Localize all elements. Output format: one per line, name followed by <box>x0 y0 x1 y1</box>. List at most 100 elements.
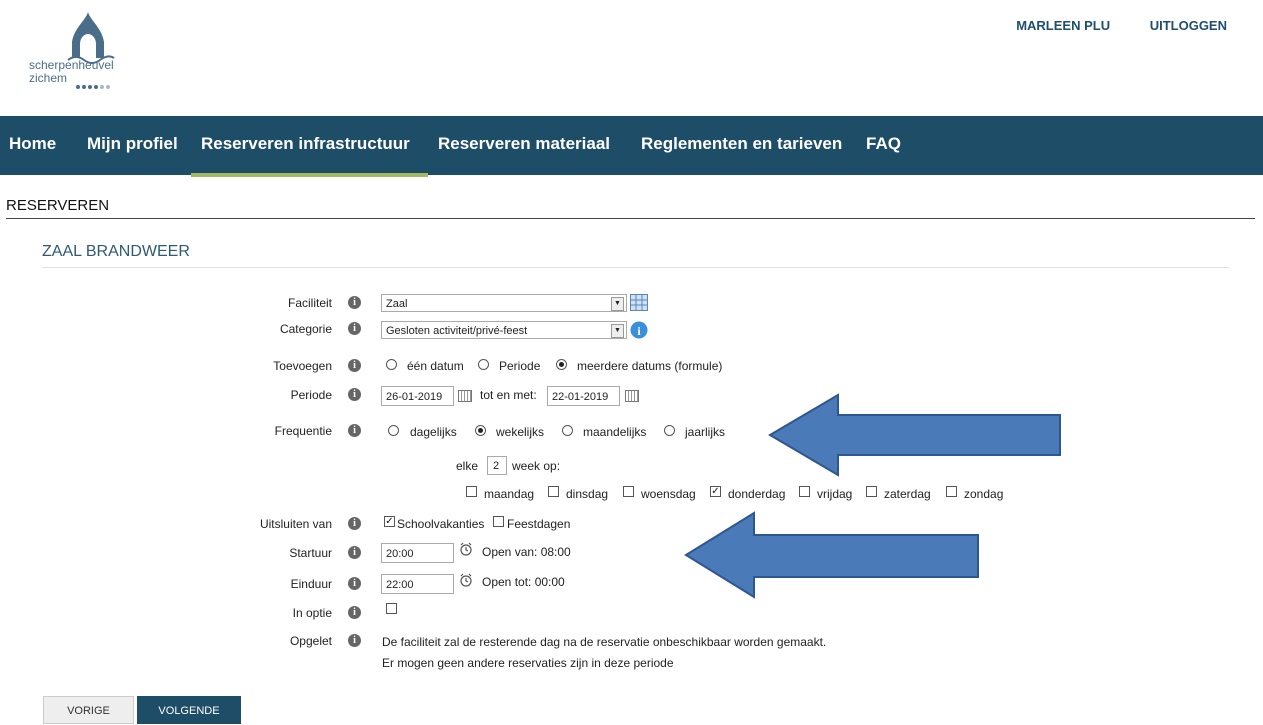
info-icon[interactable]: i <box>348 322 361 335</box>
nav-faq[interactable]: FAQ <box>866 134 901 154</box>
radio-dagelijks[interactable] <box>388 425 399 436</box>
page-title: RESERVEREN <box>6 197 110 214</box>
faciliteit-select[interactable]: Zaal ▼ <box>381 294 627 312</box>
radio-label: maandelijks <box>583 425 647 439</box>
info-icon[interactable]: i <box>348 634 361 647</box>
active-tab-indicator <box>191 173 428 177</box>
day-label: woensdag <box>641 487 696 501</box>
nav-profile[interactable]: Mijn profiel <box>87 134 178 154</box>
categorie-value: Gesloten activiteit/privé-feest <box>386 325 528 337</box>
opgelet-label: Opgelet <box>289 634 332 648</box>
annotation-arrow-left-icon <box>684 511 979 599</box>
nav-reserveren-materiaal[interactable]: Reserveren materiaal <box>438 134 610 154</box>
info-icon[interactable]: i <box>348 424 361 437</box>
checkbox-donderdag[interactable]: ✓ <box>710 486 721 497</box>
calendar-icon[interactable] <box>458 390 472 402</box>
clock-icon[interactable] <box>459 542 473 556</box>
radio-label: één datum <box>407 359 464 373</box>
radio-label: meerdere datums (formule) <box>577 359 723 373</box>
user-menu: MARLEEN PLU UITLOGGEN <box>980 18 1227 33</box>
checkbox-zaterdag[interactable] <box>866 486 877 497</box>
startuur-input[interactable]: 20:00 <box>381 543 454 563</box>
day-label: zondag <box>964 487 1004 501</box>
periode-from-input[interactable]: 26-01-2019 <box>381 386 454 406</box>
info-icon[interactable]: i <box>348 388 361 401</box>
logo-subtext: zichem <box>29 71 68 85</box>
frequentie-label: Frequentie <box>274 424 332 438</box>
periode-label: Periode <box>290 388 332 402</box>
info-icon[interactable]: i <box>348 296 361 309</box>
checkbox-woensdag[interactable] <box>623 486 634 497</box>
checkbox-in-optie[interactable] <box>386 603 397 614</box>
checkbox-feestdagen[interactable] <box>493 516 504 527</box>
divider <box>6 218 1255 219</box>
radio-meerdere-datums[interactable] <box>556 359 567 370</box>
day-label: donderdag <box>728 487 786 501</box>
logo-dots <box>76 76 112 94</box>
faciliteit-label: Faciliteit <box>287 296 332 310</box>
startuur-label: Startuur <box>289 546 332 560</box>
annotation-arrow-left-icon <box>768 393 1061 477</box>
info-icon[interactable]: i <box>348 606 361 619</box>
logout-link[interactable]: UITLOGGEN <box>1150 18 1227 33</box>
radio-wekelijks[interactable] <box>475 425 486 436</box>
nav-reserveren-infrastructuur[interactable]: Reserveren infrastructuur <box>201 134 410 154</box>
facility-title: ZAAL BRANDWEER <box>42 243 190 260</box>
open-van-note: Open van: 08:00 <box>482 545 571 559</box>
nav-home[interactable]: Home <box>9 134 56 154</box>
chevron-down-icon: ▼ <box>611 324 624 338</box>
checkbox-label: Feestdagen <box>507 517 571 531</box>
clock-icon[interactable] <box>459 573 473 587</box>
chevron-down-icon: ▼ <box>611 297 624 311</box>
einduur-input[interactable]: 22:00 <box>381 574 454 594</box>
radio-label: wekelijks <box>496 425 545 439</box>
opgelet-text: De faciliteit zal de resterende dag na d… <box>382 635 827 649</box>
day-label: zaterdag <box>884 487 931 501</box>
info-icon[interactable]: i <box>348 359 361 372</box>
nav-reglementen[interactable]: Reglementen en tarieven <box>641 134 842 154</box>
radio-label: Periode <box>499 359 541 373</box>
elke-label: elke <box>456 459 479 473</box>
divider <box>42 267 1229 268</box>
checkbox-zondag[interactable] <box>946 486 957 497</box>
info-icon[interactable]: i <box>348 577 361 590</box>
categorie-select[interactable]: Gesloten activiteit/privé-feest ▼ <box>381 321 627 339</box>
week-op-label: week op: <box>512 459 561 473</box>
logo-text: scherpenheuvel <box>29 58 114 72</box>
radio-een-datum[interactable] <box>386 359 397 370</box>
faciliteit-value: Zaal <box>386 298 408 310</box>
main-nav: Home Mijn profiel Reserveren infrastruct… <box>0 116 1263 175</box>
open-tot-note: Open tot: 00:00 <box>482 575 565 589</box>
checkbox-label: Schoolvakanties <box>397 517 485 531</box>
checkbox-schoolvakanties[interactable]: ✓ <box>384 516 395 527</box>
radio-label: jaarlijks <box>685 425 726 439</box>
radio-maandelijks[interactable] <box>562 425 573 436</box>
periode-to-input[interactable]: 22-01-2019 <box>547 386 620 406</box>
week-interval-input[interactable]: 2 <box>487 456 507 475</box>
grid-icon[interactable] <box>630 294 648 311</box>
info-icon[interactable]: i <box>348 517 361 530</box>
optie-label: In optie <box>292 606 332 620</box>
radio-jaarlijks[interactable] <box>664 425 675 436</box>
toevoegen-label: Toevoegen <box>273 359 332 373</box>
tot-en-met-label: tot en met: <box>480 388 537 402</box>
checkbox-vrijdag[interactable] <box>799 486 810 497</box>
info-icon[interactable]: i <box>348 546 361 559</box>
day-label: maandag <box>484 487 535 501</box>
day-label: dinsdag <box>566 487 609 501</box>
categorie-label: Categorie <box>279 322 332 336</box>
info-circle-icon[interactable]: i <box>630 321 648 339</box>
checkbox-dinsdag[interactable] <box>548 486 559 497</box>
user-name-link[interactable]: MARLEEN PLU <box>1016 18 1110 33</box>
vorige-button[interactable]: VORIGE <box>43 696 134 724</box>
opgelet-text: Er mogen geen andere reservaties zijn in… <box>382 656 674 670</box>
radio-label: dagelijks <box>410 425 457 439</box>
uitsluiten-label: Uitsluiten van <box>259 517 332 531</box>
day-label: vrijdag <box>817 487 853 501</box>
volgende-button[interactable]: VOLGENDE <box>137 696 241 724</box>
header: scherpenheuvel zichem MARLEEN PLU UITLOG… <box>0 0 1263 116</box>
checkbox-maandag[interactable] <box>466 486 477 497</box>
radio-periode[interactable] <box>478 359 489 370</box>
einduur-label: Einduur <box>290 577 332 591</box>
calendar-icon[interactable] <box>625 390 639 402</box>
